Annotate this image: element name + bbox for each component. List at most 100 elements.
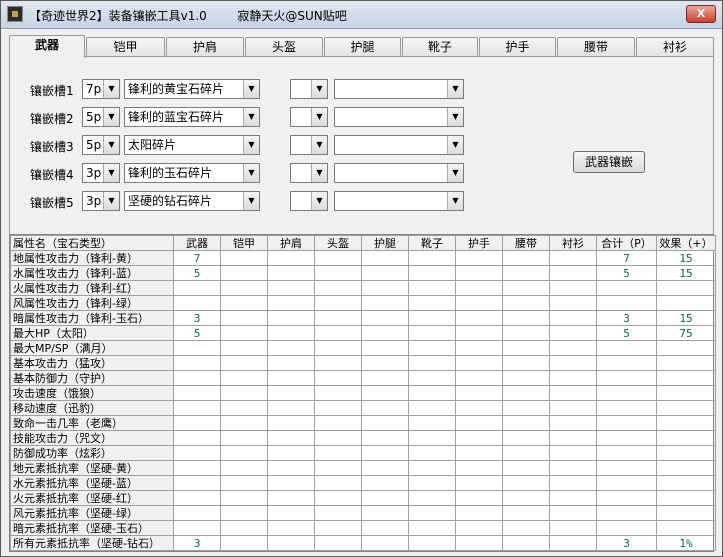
table-cell[interactable] — [173, 460, 221, 476]
table-cell[interactable] — [220, 265, 268, 281]
tab-4[interactable]: 护腿 — [324, 37, 401, 57]
table-cell[interactable]: 1% — [656, 535, 716, 551]
table-cell[interactable] — [361, 520, 409, 536]
table-cell[interactable] — [220, 385, 268, 401]
table-cell[interactable] — [408, 400, 456, 416]
table-cell[interactable] — [361, 415, 409, 431]
table-cell[interactable] — [314, 265, 362, 281]
table-cell[interactable] — [361, 535, 409, 551]
tab-2[interactable]: 护肩 — [166, 37, 244, 57]
table-cell[interactable] — [220, 475, 268, 491]
table-cell[interactable] — [455, 295, 503, 311]
table-cell[interactable] — [455, 445, 503, 461]
slot-3-extra-level-select[interactable]: ▼ — [290, 135, 328, 155]
table-cell[interactable] — [314, 520, 362, 536]
table-cell[interactable] — [656, 295, 716, 311]
table-cell[interactable] — [455, 310, 503, 326]
table-cell[interactable] — [455, 535, 503, 551]
table-cell[interactable] — [549, 475, 597, 491]
table-cell[interactable] — [408, 280, 456, 296]
table-cell[interactable]: 5 — [596, 325, 657, 341]
table-cell[interactable] — [314, 340, 362, 356]
table-cell[interactable] — [408, 250, 456, 266]
table-cell[interactable] — [502, 535, 550, 551]
table-cell[interactable] — [314, 355, 362, 371]
slot-4-extra-gem-select[interactable]: ▼ — [334, 163, 464, 183]
table-cell[interactable] — [455, 355, 503, 371]
table-cell[interactable] — [361, 460, 409, 476]
chevron-down-icon[interactable]: ▼ — [311, 192, 327, 210]
table-cell[interactable] — [596, 520, 657, 536]
table-cell[interactable] — [549, 535, 597, 551]
table-cell[interactable] — [220, 295, 268, 311]
table-cell[interactable] — [314, 385, 362, 401]
table-cell[interactable] — [455, 490, 503, 506]
table-cell[interactable] — [596, 295, 657, 311]
table-cell[interactable] — [220, 490, 268, 506]
table-cell[interactable] — [596, 400, 657, 416]
table-cell[interactable] — [455, 265, 503, 281]
table-cell[interactable] — [455, 280, 503, 296]
table-cell[interactable] — [267, 460, 315, 476]
table-cell[interactable] — [408, 490, 456, 506]
table-cell[interactable] — [596, 280, 657, 296]
table-cell[interactable] — [408, 475, 456, 491]
table-cell[interactable] — [220, 400, 268, 416]
table-cell[interactable] — [314, 325, 362, 341]
table-cell[interactable] — [173, 520, 221, 536]
table-cell[interactable]: 3 — [173, 310, 221, 326]
chevron-down-icon[interactable]: ▼ — [447, 108, 463, 126]
table-cell[interactable] — [267, 520, 315, 536]
table-cell[interactable] — [502, 460, 550, 476]
table-cell[interactable] — [314, 250, 362, 266]
slot-1-extra-level-select[interactable]: ▼ — [290, 79, 328, 99]
chevron-down-icon[interactable]: ▼ — [103, 108, 119, 126]
table-cell[interactable] — [502, 280, 550, 296]
table-cell[interactable]: 7 — [596, 250, 657, 266]
table-cell[interactable] — [455, 340, 503, 356]
table-cell[interactable] — [656, 430, 716, 446]
chevron-down-icon[interactable]: ▼ — [103, 80, 119, 98]
table-cell[interactable]: 75 — [656, 325, 716, 341]
table-cell[interactable] — [502, 370, 550, 386]
table-cell[interactable] — [361, 445, 409, 461]
table-cell[interactable]: 3 — [596, 310, 657, 326]
table-cell[interactable] — [549, 265, 597, 281]
table-cell[interactable] — [549, 520, 597, 536]
table-cell[interactable] — [502, 250, 550, 266]
table-cell[interactable] — [656, 370, 716, 386]
close-button[interactable]: X — [686, 5, 716, 23]
tab-3[interactable]: 头盔 — [245, 37, 323, 57]
table-cell[interactable] — [408, 430, 456, 446]
tab-7[interactable]: 腰带 — [557, 37, 635, 57]
table-cell[interactable] — [173, 475, 221, 491]
table-cell[interactable] — [502, 520, 550, 536]
tab-0[interactable]: 武器 — [9, 35, 85, 58]
table-cell[interactable] — [408, 520, 456, 536]
table-cell[interactable] — [596, 430, 657, 446]
table-cell[interactable] — [267, 430, 315, 446]
table-cell[interactable] — [596, 445, 657, 461]
table-cell[interactable] — [267, 415, 315, 431]
table-cell[interactable] — [267, 385, 315, 401]
table-cell[interactable] — [656, 415, 716, 431]
table-cell[interactable] — [220, 415, 268, 431]
table-cell[interactable] — [361, 265, 409, 281]
table-cell[interactable] — [361, 400, 409, 416]
table-cell[interactable] — [173, 490, 221, 506]
table-cell[interactable] — [267, 340, 315, 356]
table-cell[interactable] — [502, 430, 550, 446]
inlay-button[interactable]: 武器镶嵌 — [573, 151, 645, 173]
table-cell[interactable] — [361, 490, 409, 506]
slot-1-gem-select[interactable]: 锋利的黄宝石碎片 ▼ — [124, 79, 260, 99]
table-cell[interactable] — [267, 295, 315, 311]
table-cell[interactable] — [596, 490, 657, 506]
table-cell[interactable] — [314, 460, 362, 476]
table-cell[interactable]: 15 — [656, 250, 716, 266]
chevron-down-icon[interactable]: ▼ — [103, 192, 119, 210]
table-cell[interactable]: 5 — [173, 325, 221, 341]
table-cell[interactable] — [314, 295, 362, 311]
chevron-down-icon[interactable]: ▼ — [243, 108, 259, 126]
table-cell[interactable] — [361, 385, 409, 401]
table-cell[interactable] — [173, 400, 221, 416]
